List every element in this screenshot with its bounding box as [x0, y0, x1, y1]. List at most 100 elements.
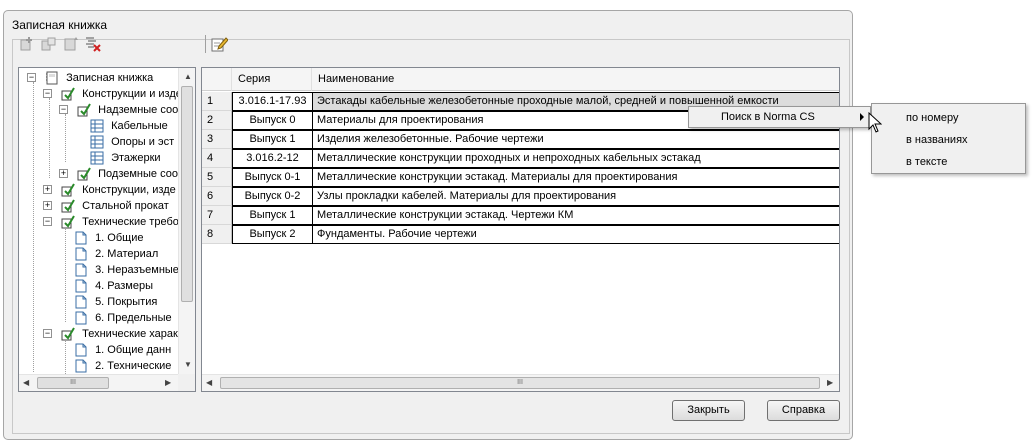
move-item-icon[interactable] [62, 35, 80, 53]
tree-item[interactable]: 1. Общие [73, 230, 143, 246]
menu-item-search-norma-cs[interactable]: Поиск в Norma CS [721, 107, 815, 127]
collapse-toggle[interactable]: − [59, 105, 68, 114]
scroll-left-icon[interactable]: ◀ [23, 378, 29, 388]
add-subitem-icon[interactable] [40, 35, 58, 53]
collapse-toggle[interactable]: − [43, 89, 52, 98]
tree-item-label: Надземные соор [98, 104, 179, 117]
table-row[interactable]: 6 Выпуск 0-2 Узлы прокладки кабелей. Мат… [202, 187, 839, 206]
help-button[interactable]: Справка [767, 400, 840, 421]
tree-horizontal-scrollbar[interactable]: ◀ III ▶ [19, 374, 179, 391]
document-icon [75, 295, 87, 309]
tree-item[interactable]: 6. Предельные [73, 310, 172, 326]
table-row[interactable]: 4 3.016.2-12 Металлические конструкции п… [202, 149, 839, 168]
series-cell[interactable]: Выпуск 2 [232, 225, 313, 244]
tree-vertical-scrollbar[interactable]: ▲ ▼ [178, 68, 195, 374]
tree-item[interactable]: Опоры и эст [89, 134, 174, 150]
checked-folder-icon [61, 327, 75, 341]
series-cell[interactable]: 3.016.1-17.93 [232, 92, 313, 111]
series-cell[interactable]: Выпуск 1 [232, 206, 313, 225]
table-doc-icon [90, 135, 104, 149]
checked-folder-icon [61, 183, 75, 197]
add-item-icon[interactable] [18, 35, 36, 53]
tree-item[interactable]: 5. Покрытия [73, 294, 157, 310]
series-cell[interactable]: 3.016.2-12 [232, 149, 313, 168]
row-number: 2 [202, 111, 232, 130]
scroll-left-icon[interactable]: ◀ [206, 378, 212, 388]
series-cell[interactable]: Выпуск 1 [232, 130, 313, 149]
tree-item[interactable]: 2. Технические [73, 358, 171, 374]
table-doc-icon [90, 119, 104, 133]
tree-item-label: 5. Покрытия [95, 296, 158, 309]
name-cell[interactable]: Фундаменты. Рабочие чертежи [312, 225, 839, 244]
row-number: 5 [202, 168, 232, 187]
tree-item[interactable]: 1. Общие данн [73, 342, 171, 358]
name-cell[interactable]: Металлические конструкции эстакад. Черте… [312, 206, 839, 225]
tree-item[interactable]: − Записная книжка [25, 70, 153, 86]
notebook-icon [46, 71, 58, 85]
collapse-toggle[interactable]: − [43, 329, 52, 338]
table-row[interactable]: 5 Выпуск 0-1 Металлические конструкции э… [202, 168, 839, 187]
submenu-arrow-icon [860, 113, 864, 121]
tree-item-label: Конструкции и изде [82, 88, 179, 101]
checked-folder-icon [61, 87, 75, 101]
table-doc-icon [90, 151, 104, 165]
collapse-toggle[interactable]: − [43, 217, 52, 226]
column-header-name[interactable]: Наименование [312, 68, 839, 91]
scroll-right-icon[interactable]: ▶ [165, 378, 171, 388]
tree-item[interactable]: − Конструкции и изде [41, 86, 179, 102]
tree-item[interactable]: − Надземные соор [57, 102, 179, 118]
delete-items-icon[interactable] [84, 35, 102, 53]
row-number: 3 [202, 130, 232, 149]
tree-item-label: 3. Неразъемные [95, 264, 179, 277]
tree-item-label: Кабельные [111, 120, 168, 133]
series-cell[interactable]: Выпуск 0-1 [232, 168, 313, 187]
tree-item[interactable]: 4. Размеры [73, 278, 153, 294]
document-icon [75, 247, 87, 261]
checked-folder-icon [77, 167, 91, 181]
submenu-item-by-number[interactable]: по номеру [906, 107, 959, 129]
name-cell[interactable]: Металлические конструкции проходных и не… [312, 149, 839, 168]
column-header-series[interactable]: Серия [232, 68, 312, 91]
dialog-title: Записная книжка [12, 18, 108, 32]
name-cell[interactable]: Узлы прокладки кабелей. Материалы для пр… [312, 187, 839, 206]
mouse-cursor-icon [868, 112, 882, 133]
table-horizontal-scrollbar[interactable]: ◀ III ▶ [202, 374, 839, 391]
row-number: 7 [202, 206, 232, 225]
series-cell[interactable]: Выпуск 0-2 [232, 187, 313, 206]
tree-item[interactable]: + Конструкции, изде [41, 182, 176, 198]
tree-item[interactable]: Кабельные [89, 118, 168, 134]
tree-item-label: Технические харак [82, 328, 178, 341]
collapse-toggle[interactable]: − [27, 73, 36, 82]
tree-item[interactable]: + Стальной прокат [41, 198, 169, 214]
context-menu: Поиск в Norma CS [688, 106, 871, 128]
table-row[interactable]: 8 Выпуск 2 Фундаменты. Рабочие чертежи [202, 225, 839, 244]
tree-item[interactable]: 3. Неразъемные [73, 262, 179, 278]
name-cell[interactable]: Изделия железобетонные. Рабочие чертежи [312, 130, 839, 149]
table-row[interactable]: 7 Выпуск 1 Металлические конструкции эст… [202, 206, 839, 225]
expand-toggle[interactable]: + [43, 201, 52, 210]
edit-note-icon[interactable] [210, 35, 229, 53]
tree-item[interactable]: − Технические харак [41, 326, 178, 342]
close-button[interactable]: Закрыть [672, 400, 745, 421]
submenu-item-in-text[interactable]: в тексте [906, 151, 947, 173]
scroll-thumb[interactable]: III [37, 377, 109, 389]
tree-item[interactable]: + Подземные соор [57, 166, 179, 182]
row-number: 1 [202, 92, 232, 111]
tree-item[interactable]: Этажерки [89, 150, 161, 166]
series-cell[interactable]: Выпуск 0 [232, 111, 313, 130]
table-row[interactable]: 3 Выпуск 1 Изделия железобетонные. Рабоч… [202, 130, 839, 149]
scroll-down-icon[interactable]: ▼ [184, 360, 192, 370]
checked-folder-icon [61, 215, 75, 229]
tree-item[interactable]: 2. Материал [73, 246, 158, 262]
tree-item-label: 6. Предельные [95, 312, 172, 325]
scroll-right-icon[interactable]: ▶ [827, 378, 833, 388]
expand-toggle[interactable]: + [59, 169, 68, 178]
scroll-up-icon[interactable]: ▲ [184, 72, 192, 82]
tree-item-label: 2. Технические [95, 360, 172, 373]
expand-toggle[interactable]: + [43, 185, 52, 194]
scroll-thumb[interactable] [181, 86, 193, 302]
submenu-item-in-titles[interactable]: в названиях [906, 129, 968, 151]
scroll-thumb[interactable]: III [220, 377, 820, 389]
tree-item[interactable]: − Технические требо [41, 214, 179, 230]
name-cell[interactable]: Металлические конструкции эстакад. Матер… [312, 168, 839, 187]
